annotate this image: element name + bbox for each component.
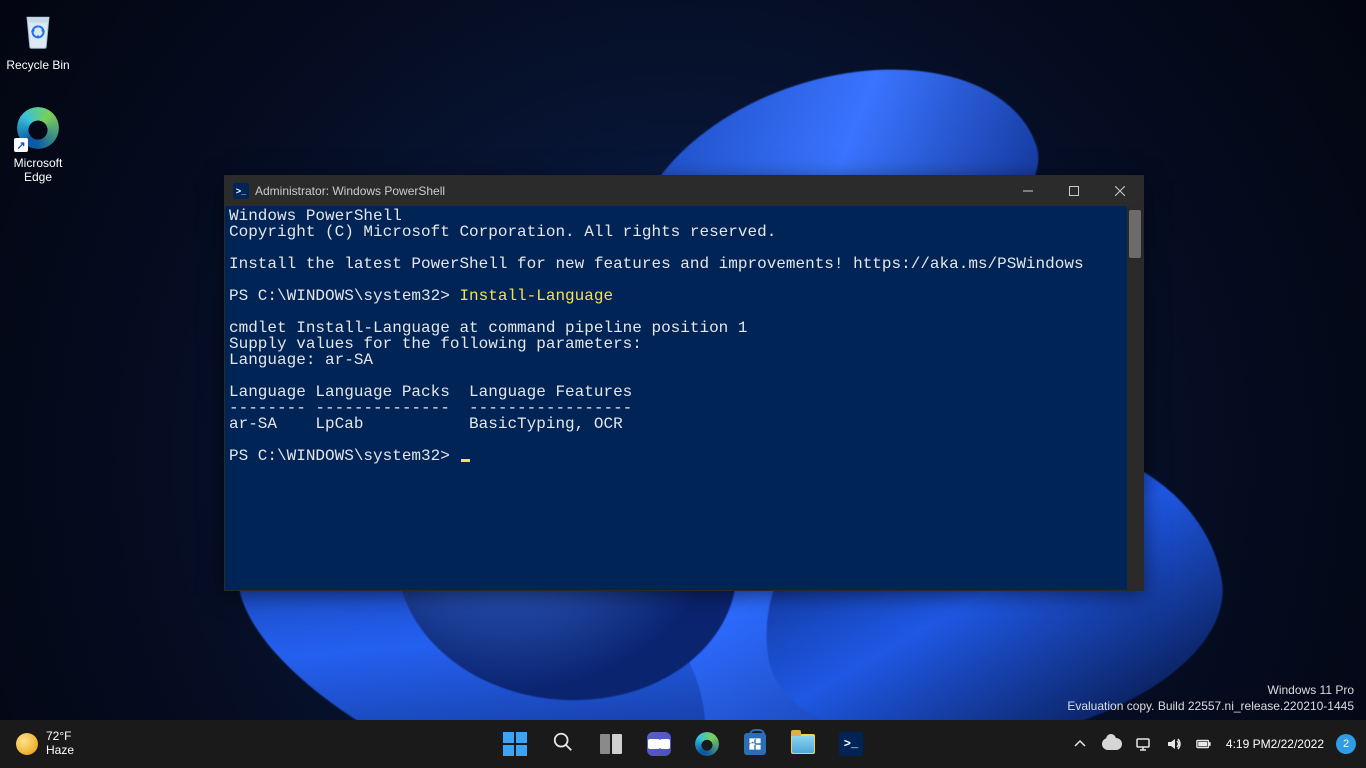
- tray-network-button[interactable]: [1130, 724, 1158, 764]
- shortcut-overlay-icon: ↗: [14, 138, 28, 152]
- watermark-line: Windows 11 Pro: [1067, 682, 1354, 698]
- terminal-cursor: [461, 459, 470, 462]
- folder-icon: [791, 734, 815, 754]
- terminal-command: Install-Language: [459, 287, 613, 305]
- edge-icon: ↗: [14, 104, 62, 152]
- minimize-button[interactable]: [1005, 176, 1051, 206]
- taskbar-powershell-button[interactable]: >_: [830, 724, 872, 764]
- powershell-window[interactable]: >_ Administrator: Windows PowerShell Win…: [224, 175, 1144, 591]
- weather-widget[interactable]: 72°F Haze: [10, 724, 80, 764]
- tray-overflow-button[interactable]: [1066, 724, 1094, 764]
- clock-time: 4:19 PM: [1226, 737, 1271, 751]
- weather-condition: Haze: [46, 744, 74, 758]
- edge-icon: [695, 732, 719, 756]
- tray-volume-button[interactable]: [1160, 724, 1188, 764]
- terminal-prompt: PS C:\WINDOWS\system32>: [229, 447, 459, 465]
- desktop-icon-label: Recycle Bin: [0, 58, 76, 72]
- cloud-icon: [1102, 738, 1122, 750]
- search-button[interactable]: [542, 724, 584, 764]
- taskbar-clock[interactable]: 4:19 PM 2/22/2022: [1220, 724, 1330, 764]
- close-button[interactable]: [1097, 176, 1143, 206]
- terminal-prompt: PS C:\WINDOWS\system32>: [229, 287, 459, 305]
- notifications-button[interactable]: 2: [1332, 724, 1360, 764]
- terminal-body[interactable]: Windows PowerShell Copyright (C) Microso…: [225, 206, 1143, 590]
- desktop-icon-edge[interactable]: ↗ Microsoft Edge: [0, 104, 76, 184]
- clock-date: 2/22/2022: [1271, 737, 1324, 751]
- chevron-up-icon: [1072, 736, 1088, 752]
- tray-onedrive-button[interactable]: [1096, 724, 1128, 764]
- terminal-line: ar-SA LpCab BasicTyping, OCR: [229, 415, 623, 433]
- speaker-icon: [1166, 736, 1182, 752]
- powershell-icon: >_: [839, 732, 863, 756]
- start-button[interactable]: [494, 724, 536, 764]
- maximize-button[interactable]: [1051, 176, 1097, 206]
- window-titlebar[interactable]: >_ Administrator: Windows PowerShell: [225, 176, 1143, 206]
- taskbar[interactable]: 72°F Haze >_: [0, 720, 1366, 768]
- scrollbar-thumb[interactable]: [1129, 210, 1141, 258]
- task-view-icon: [600, 734, 622, 754]
- scrollbar[interactable]: [1127, 206, 1143, 590]
- terminal-line: Copyright (C) Microsoft Corporation. All…: [229, 223, 776, 241]
- taskbar-edge-button[interactable]: [686, 724, 728, 764]
- taskbar-explorer-button[interactable]: [782, 724, 824, 764]
- weather-icon: [16, 733, 38, 755]
- desktop-icon-recycle-bin[interactable]: Recycle Bin: [0, 6, 76, 72]
- taskbar-store-button[interactable]: [734, 724, 776, 764]
- window-title: Administrator: Windows PowerShell: [255, 184, 445, 198]
- desktop-icon-label: Microsoft Edge: [0, 156, 76, 184]
- chat-button[interactable]: [638, 724, 680, 764]
- network-icon: [1136, 736, 1152, 752]
- notification-count-badge: 2: [1336, 734, 1356, 754]
- windows-logo-icon: [503, 732, 527, 756]
- search-icon: [552, 731, 574, 758]
- terminal-line: Language: ar-SA: [229, 351, 373, 369]
- tray-battery-button[interactable]: [1190, 724, 1218, 764]
- desktop-watermark: Windows 11 Pro Evaluation copy. Build 22…: [1067, 682, 1354, 714]
- weather-temp: 72°F: [46, 730, 74, 744]
- task-view-button[interactable]: [590, 724, 632, 764]
- chat-icon: [647, 732, 671, 756]
- terminal-line: Install the latest PowerShell for new fe…: [229, 255, 1084, 273]
- store-icon: [744, 733, 766, 755]
- battery-icon: [1196, 736, 1212, 752]
- recycle-bin-icon: [14, 6, 62, 54]
- watermark-line: Evaluation copy. Build 22557.ni_release.…: [1067, 698, 1354, 714]
- powershell-icon: >_: [233, 183, 249, 199]
